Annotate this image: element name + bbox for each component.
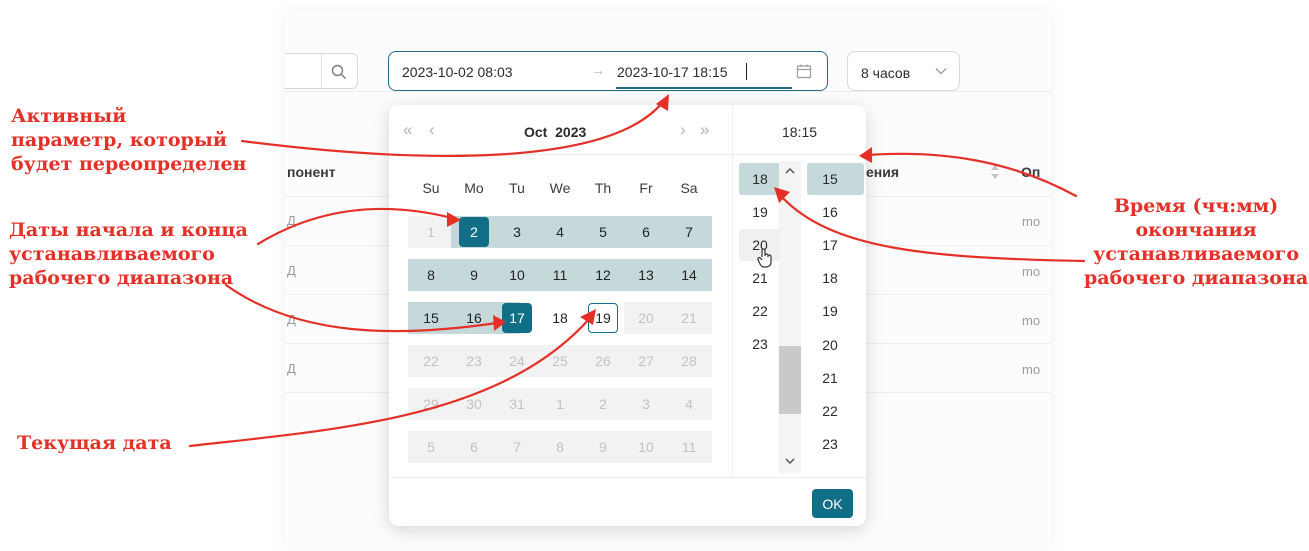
arrow-hour [778, 193, 1086, 263]
arrowhead [774, 187, 790, 203]
arrowhead [447, 212, 461, 227]
arrow-range-end [224, 283, 499, 333]
arrowhead [859, 147, 872, 163]
annotation-arrows [188, 94, 1086, 448]
arrow-range-start [256, 207, 454, 246]
arrow-today [188, 316, 592, 448]
arrow-minute [866, 152, 1078, 198]
arrowhead [493, 315, 506, 331]
arrowhead [580, 309, 596, 325]
arrow-active-param [240, 101, 664, 157]
